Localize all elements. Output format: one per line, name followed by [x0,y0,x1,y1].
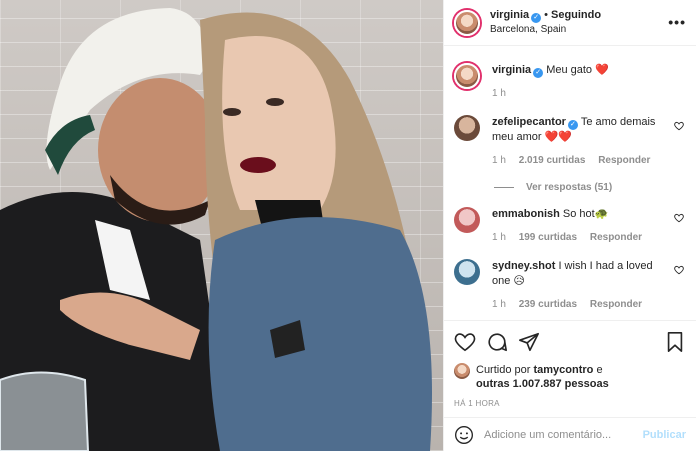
red-heart-emoji: ❤️ [595,64,609,76]
comment-likes[interactable]: 2.019 curtidas [519,155,586,166]
post-sidebar: virginia ✓ • Seguindo Barcelona, Spain ••• … [443,0,696,451]
view-replies-button[interactable]: Ver respostas (51) [494,182,686,193]
likes-summary: Curtido por tamycontro e outras 1.007.88… [454,363,686,391]
reply-button[interactable]: Responder [590,299,642,310]
separator-dot: • [544,9,548,21]
comment-time[interactable]: 1 h [492,155,506,166]
comment-item: sydney.shot I wish I had a loved one 😥 1… [454,259,686,312]
liker-avatar[interactable] [454,363,470,379]
author-info: virginia ✓ • Seguindo Barcelona, Spain [490,8,601,37]
comment-meta: 1 h 199 curtidas Responder [492,230,670,245]
comment-like-heart-icon[interactable] [674,121,684,131]
commenter-username[interactable]: sydney.shot [492,260,555,272]
red-heart-emoji: ❤️❤️ [544,131,572,143]
comment-like-heart-icon[interactable] [674,213,684,223]
comment-like-heart-icon[interactable] [674,265,684,275]
post-actions: Curtido por tamycontro e outras 1.007.88… [444,320,696,408]
post-header: virginia ✓ • Seguindo Barcelona, Spain ••• [444,0,696,46]
liked-by-prefix: Curtido por [476,364,531,376]
comment-time[interactable]: 1 h [492,299,506,310]
author-avatar[interactable] [454,9,480,36]
liker-username[interactable]: tamycontro [533,364,593,376]
caption-username[interactable]: virginia [492,64,531,76]
liked-by-joiner: e [596,364,603,376]
other-likers-link[interactable]: outras 1.007.887 pessoas [476,378,609,390]
comment-likes[interactable]: 199 curtidas [519,232,577,243]
commenter-avatar[interactable] [454,259,480,285]
ellipsis-icon[interactable]: ••• [668,14,686,30]
commenter-avatar[interactable] [454,115,480,141]
comment-meta: 1 h 2.019 curtidas Responder [492,153,670,168]
comment-item: emmabonish So hot🐢 1 h 199 curtidas Resp… [454,207,686,245]
add-comment-input[interactable] [484,428,643,441]
post-location[interactable]: Barcelona, Spain [490,23,601,37]
comment-text: So hot [562,208,595,220]
caption-text: Meu gato [546,64,593,76]
author-username[interactable]: virginia [490,9,529,21]
view-replies-line [494,187,514,188]
caption-avatar[interactable] [454,63,480,89]
emoji-icon[interactable] [454,425,474,445]
sad-emoji: 😥 [513,275,525,287]
bookmark-icon[interactable] [664,331,686,353]
turtle-emoji: 🐢 [594,208,609,220]
verified-badge-icon: ✓ [531,13,542,23]
commenter-username[interactable]: emmabonish [492,208,560,220]
post-timestamp[interactable]: HÁ 1 HORA [454,399,686,408]
commenter-avatar[interactable] [454,207,480,233]
caption-time[interactable]: 1 h [492,88,506,99]
comment-meta: 1 h 239 curtidas Responder [492,297,670,312]
verified-badge-icon: ✓ [567,120,578,130]
comment-likes[interactable]: 239 curtidas [519,299,577,310]
caption-meta: 1 h [492,86,670,101]
caption: virginia ✓ Meu gato ❤️ 1 h [454,63,686,101]
comments-list[interactable]: virginia ✓ Meu gato ❤️ 1 h zefelipecantor… [444,47,696,319]
photo-illustration [0,8,432,451]
post-photo[interactable] [0,0,443,451]
commenter-username[interactable]: zefelipecantor [492,116,566,128]
add-comment-bar: Publicar [444,417,696,451]
following-button[interactable]: Seguindo [551,9,601,21]
comment-item: zefelipecantor ✓ Te amo demais meu amor ❤… [454,115,686,168]
action-icons-row [454,331,686,353]
heart-icon[interactable] [454,331,476,353]
verified-badge-icon: ✓ [533,68,544,78]
reply-button[interactable]: Responder [598,155,650,166]
comment-icon[interactable] [486,331,508,353]
reply-button[interactable]: Responder [590,232,642,243]
comment-time[interactable]: 1 h [492,232,506,243]
publish-button[interactable]: Publicar [643,429,686,441]
view-replies-label: Ver respostas (51) [526,182,613,193]
paper-plane-icon[interactable] [518,331,540,353]
